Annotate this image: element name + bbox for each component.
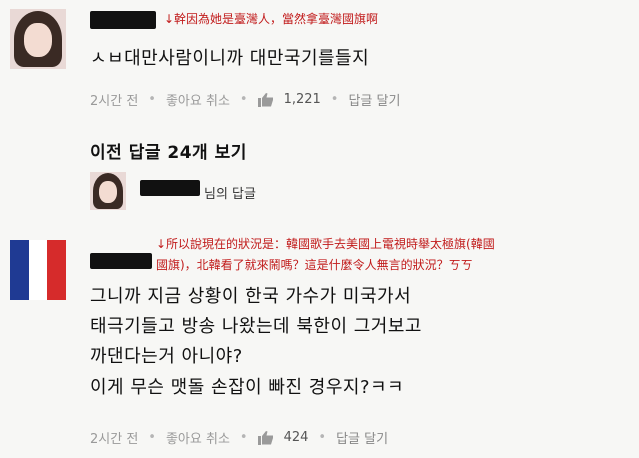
timestamp: 2시간 전 [90, 94, 139, 109]
comment-meta: 2시간 전 • 좋아요 취소 • 1,221 • 답글 달기 [90, 90, 400, 109]
redacted-username [90, 253, 152, 269]
avatar[interactable] [10, 9, 66, 69]
separator-dot: • [318, 430, 327, 445]
translation-annotation: ↓幹因為她是臺灣人，當然拿臺灣國旗啊 [164, 12, 379, 26]
reply-avatar[interactable] [90, 172, 126, 210]
separator-dot: • [330, 92, 339, 107]
separator-dot: • [148, 92, 156, 107]
avatar[interactable] [10, 240, 66, 300]
comment-text: 까댄다는거 아니야? [90, 346, 243, 367]
separator-dot: • [239, 430, 248, 445]
like-count: 1,221 [283, 92, 321, 107]
thumbs-up-icon [257, 93, 273, 107]
thumbs-up-icon [257, 431, 273, 445]
comment-text: 이게 무슨 맷돌 손잡이 빠진 경우지?ㅋㅋ [90, 377, 405, 398]
comment-text: 그니까 지금 상황이 한국 가수가 미국가서 [90, 286, 412, 307]
translation-annotation: 國旗)，北韓看了就來鬧嗎？這是什麼令人無言的狀況？ㄎㄎ [156, 258, 473, 272]
comment-text: ㅅㅂ대만사람이니까 대만국기를들지 [90, 48, 370, 69]
view-previous-replies-link[interactable]: 이전 답글 24개 보기 [90, 138, 247, 163]
timestamp: 2시간 전 [90, 432, 139, 447]
separator-dot: • [239, 92, 248, 107]
unlike-button[interactable]: 좋아요 취소 [166, 428, 230, 447]
redacted-username [90, 11, 156, 29]
redacted-username [140, 180, 200, 196]
like-count: 424 [283, 430, 309, 445]
reply-button[interactable]: 답글 달기 [348, 90, 400, 109]
comment-text: 태극기들고 방송 나왔는데 북한이 그거보고 [90, 316, 422, 337]
separator-dot: • [148, 430, 156, 445]
unlike-button[interactable]: 좋아요 취소 [166, 90, 230, 109]
translation-annotation: ↓所以說現在的狀況是：韓國歌手去美國上電視時舉太極旗(韓國 [156, 237, 495, 251]
reply-author-label: 님의 답글 [204, 187, 256, 202]
reply-button[interactable]: 답글 달기 [336, 428, 388, 447]
comment-meta: 2시간 전 • 좋아요 취소 • 424 • 답글 달기 [90, 428, 388, 447]
